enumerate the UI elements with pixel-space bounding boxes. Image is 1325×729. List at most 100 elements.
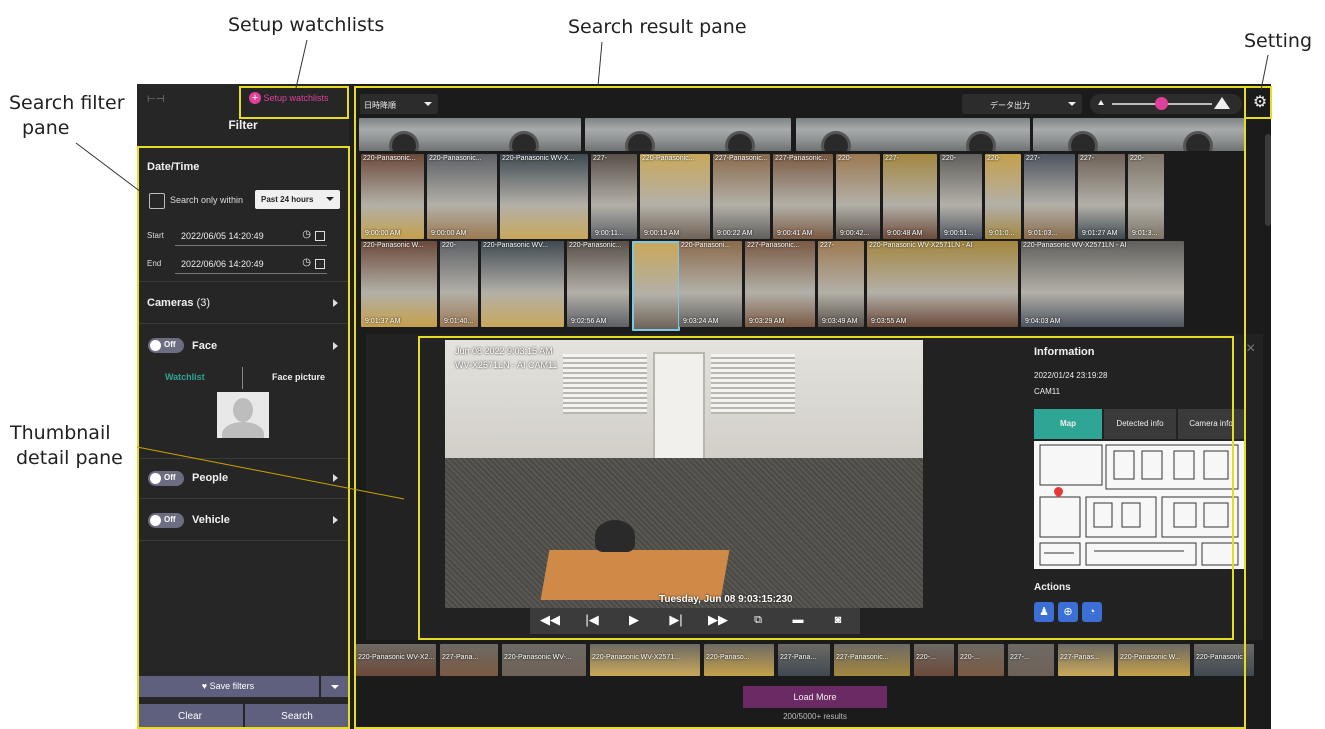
result-thumbnail[interactable]: 220-Panasoni... 9:03:24 AM: [679, 241, 742, 327]
person-search-icon[interactable]: ♟: [1034, 602, 1054, 622]
slider-thumb[interactable]: [1155, 97, 1168, 110]
detail-video[interactable]: Jun 08 2022 9:03:15 AM WV-X2571LN - AI C…: [445, 340, 923, 608]
clear-button[interactable]: Clear: [137, 704, 243, 729]
data-export-select[interactable]: データ出力: [962, 94, 1082, 114]
result-thumbnail[interactable]: 220-Panasonic WV-X2571LN - AI 9:03:55 AM: [867, 241, 1018, 327]
tab-camera-info[interactable]: Camera info: [1178, 409, 1244, 439]
cameras-section[interactable]: Cameras (3): [137, 282, 349, 324]
thumbnail-camera-label: 227-: [1080, 155, 1095, 162]
save-filters-menu-button[interactable]: [321, 676, 349, 697]
thumbnail-time-label: 9:00:15 AM: [644, 230, 680, 237]
time-range-select[interactable]: Past 24 hours: [255, 190, 340, 209]
result-thumbnail[interactable]: 227-Panasonic... 9:00:22 AM: [713, 154, 770, 239]
face-placeholder-avatar[interactable]: [217, 392, 269, 438]
thumbnail-camera-label: 220-Panasoni...: [681, 242, 731, 249]
result-thumbnail[interactable]: 227- 9:01:27 AM: [1078, 154, 1125, 239]
clock-icon[interactable]: ◷: [302, 257, 311, 268]
people-toggle[interactable]: Off: [148, 471, 184, 486]
save-filters-button[interactable]: ♥ Save filters: [137, 676, 319, 697]
result-thumbnail[interactable]: 220-Panasonic W... 9:01:37 AM: [361, 241, 437, 327]
playback-controls: ◀◀ |◀ ▶ ▶| ▶▶ ⧉ ▬ ◙: [530, 608, 860, 634]
thumbnail-camera-label: 227-Pana...: [780, 654, 817, 661]
clock-icon[interactable]: ◷: [302, 229, 311, 240]
thumbnail-size-slider[interactable]: [1090, 94, 1242, 114]
result-thumbnail[interactable]: 220-Panasonic... 9:00:00 AM: [361, 154, 424, 239]
step-forward-icon[interactable]: ▶|: [656, 608, 696, 632]
strip-thumbnail[interactable]: 220-Panasonic WV-X2...: [356, 644, 436, 676]
camera-snapshot-icon[interactable]: ◙: [818, 608, 858, 632]
result-thumbnail[interactable]: 220-Panasonic WV...: [481, 241, 564, 327]
end-datetime-field[interactable]: 2022/06/06 14:20:49 ◷: [175, 255, 327, 274]
thumbnail-camera-label: 227-: [593, 155, 608, 162]
strip-thumbnail[interactable]: 220-Panaso...: [704, 644, 774, 676]
result-thumbnail[interactable]: 227- 9:00:11...: [591, 154, 637, 239]
car-thumbnail[interactable]: [585, 118, 791, 151]
watchlist-tab[interactable]: Watchlist: [165, 372, 205, 382]
step-back-icon[interactable]: |◀: [572, 608, 612, 632]
start-datetime-field[interactable]: 2022/06/05 14:20:49 ◷: [175, 227, 327, 246]
calendar-icon[interactable]: [315, 231, 325, 241]
result-thumbnail[interactable]: 227- 9:01:03...: [1024, 154, 1075, 239]
thumbnail-camera-label: 227-Panasonic...: [747, 242, 800, 249]
result-thumbnail[interactable]: 220- 9:01:40...: [440, 241, 478, 327]
car-thumbnail[interactable]: [1033, 118, 1245, 151]
fast-forward-icon[interactable]: ▶▶: [698, 608, 738, 632]
result-thumbnail[interactable]: 220-Panasonic... 9:00:00 AM: [427, 154, 497, 239]
result-thumbnail[interactable]: 220- 9:01:0...: [985, 154, 1021, 239]
clip-icon[interactable]: ▬: [778, 608, 818, 632]
strip-thumbnail[interactable]: 220-Panasonic: [1194, 644, 1254, 676]
result-thumbnail[interactable]: 220-Panasonic WV-X...: [500, 154, 588, 239]
search-button[interactable]: Search: [245, 704, 349, 729]
calendar-icon[interactable]: [315, 259, 325, 269]
thumbnail-camera-label: 220-...: [960, 654, 980, 661]
load-more-button[interactable]: Load More: [743, 686, 887, 708]
cameras-title-text: Cameras: [147, 297, 194, 309]
settings-gear-icon[interactable]: ⚙: [1251, 92, 1269, 114]
play-icon[interactable]: ▶: [614, 608, 654, 632]
face-picture-tab[interactable]: Face picture: [272, 372, 325, 382]
result-thumbnail[interactable]: 220- 9:01:3...: [1128, 154, 1164, 239]
sort-order-select[interactable]: 日時降順: [360, 94, 438, 114]
strip-thumbnail[interactable]: 227-Pana...: [778, 644, 830, 676]
information-camera: CAM11: [1034, 387, 1061, 396]
tab-map[interactable]: Map: [1034, 409, 1102, 439]
face-toggle[interactable]: Off: [148, 338, 184, 353]
tab-detected-info[interactable]: Detected info: [1104, 409, 1176, 439]
result-thumbnail[interactable]: 220-Panasonic... 9:00:15 AM: [640, 154, 710, 239]
result-thumbnail[interactable]: 227- 9:00:48 AM: [883, 154, 937, 239]
result-thumbnail[interactable]: 227- 9:03:49 AM: [818, 241, 864, 327]
rewind-icon[interactable]: ◀◀: [530, 608, 570, 632]
strip-thumbnail[interactable]: 220-...: [958, 644, 1004, 676]
result-thumbnail[interactable]: 227-Panasonic... 9:03:29 AM: [745, 241, 815, 327]
strip-thumbnail[interactable]: 227-...: [1008, 644, 1054, 676]
collapse-sidebar-icon[interactable]: ⊢⊣: [147, 94, 164, 105]
room-person: [595, 520, 635, 552]
floor-map[interactable]: [1034, 441, 1244, 569]
result-thumbnail[interactable]: 220- 9:00:51...: [940, 154, 982, 239]
result-thumbnail[interactable]: 220-Panasonic WV-X2571LN - AI 9:04:03 AM: [1021, 241, 1184, 327]
strip-thumbnail[interactable]: 227-Panas...: [1058, 644, 1114, 676]
room-window-right: [711, 354, 795, 414]
strip-thumbnail[interactable]: 227-Panasonic...: [834, 644, 910, 676]
result-thumbnail[interactable]: [632, 241, 680, 331]
result-thumbnail[interactable]: 227-Panasonic... 9:00:41 AM: [773, 154, 833, 239]
time-range-value: Past 24 hours: [261, 195, 314, 204]
face-search-icon[interactable]: ◔: [1082, 602, 1102, 622]
thumbnail-time-label: 9:00:41 AM: [777, 230, 813, 237]
strip-thumbnail[interactable]: 220-Panasonic WV-...: [502, 644, 586, 676]
vehicle-toggle[interactable]: Off: [148, 513, 184, 528]
external-link-icon[interactable]: ⧉: [738, 608, 778, 632]
start-datetime-value: 2022/06/05 14:20:49: [181, 231, 264, 241]
strip-thumbnail[interactable]: 220-...: [914, 644, 954, 676]
result-thumbnail[interactable]: 220- 9:00:42...: [836, 154, 880, 239]
strip-thumbnail[interactable]: 220-Panasonic W...: [1118, 644, 1190, 676]
car-thumbnail[interactable]: [359, 118, 581, 151]
search-only-within-checkbox[interactable]: [149, 193, 165, 209]
car-thumbnail[interactable]: [796, 118, 1030, 151]
result-thumbnail[interactable]: 220-Panasonic... 9:02:56 AM: [567, 241, 629, 327]
strip-thumbnail[interactable]: 227-Pana...: [440, 644, 498, 676]
setup-watchlists-button[interactable]: + Setup watchlists: [249, 92, 329, 108]
zoom-in-icon[interactable]: ⊕: [1058, 602, 1078, 622]
strip-thumbnail[interactable]: 220-Panasonic WV-X2571...: [590, 644, 700, 676]
results-scrollbar[interactable]: [1265, 134, 1271, 226]
